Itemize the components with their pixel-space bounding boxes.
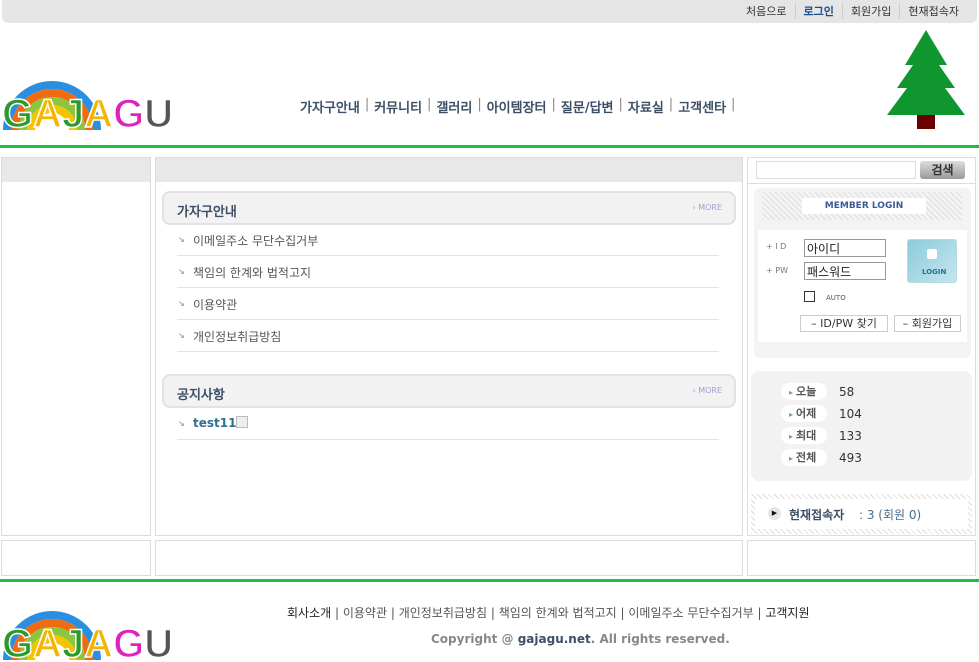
auto-login-checkbox[interactable]	[804, 291, 815, 302]
list-item[interactable]: ↘ test11	[177, 408, 719, 440]
login-box: MEMBER LOGIN + I D + PW 아이디 패스워드 LOGIN A…	[754, 188, 971, 358]
main-nav: 가자구안내 | 커뮤니티 | 갤러리 | 아이템장터 | 질문/답변 | 자료실 | 고객센…	[300, 97, 736, 116]
list-item[interactable]: ↘ 이용약관	[177, 288, 719, 320]
stat-value: 493	[839, 450, 862, 465]
bullet-icon: ↘	[178, 419, 185, 428]
login-button[interactable]: LOGIN	[907, 239, 957, 283]
right-sidebar: 검색 MEMBER LOGIN + I D + PW 아이디 패스워드 LOGI…	[747, 157, 976, 536]
arrow-icon: ▶	[768, 507, 781, 520]
footer-link-legal[interactable]: 책임의 한계와 법적고지	[499, 606, 617, 620]
join-button[interactable]: – 회원가입	[894, 315, 961, 332]
footer-link-about[interactable]: 회사소개	[287, 606, 331, 620]
top-nav-join[interactable]: 회원가입	[841, 3, 899, 19]
footer-link-privacy[interactable]: 개인정보취급방침	[399, 606, 487, 620]
footer-link-support[interactable]: 고객지원	[765, 606, 809, 620]
notice-more-link[interactable]: › MORE	[692, 386, 722, 395]
stat-label: ▸ 최대	[781, 427, 827, 444]
guide-title: 가자구안내	[177, 205, 237, 220]
list-item[interactable]: ↘ 이메일주소 무단수집거부	[177, 224, 719, 256]
svg-text:GAJAGU: GAJAGU	[2, 92, 172, 132]
nav-support[interactable]: 고객센타	[678, 97, 726, 116]
nav-gallery[interactable]: 갤러리	[436, 97, 472, 116]
guide-more-link[interactable]: › MORE	[692, 203, 722, 212]
top-nav: 처음으로 로그인 회원가입 현재접속자	[738, 3, 967, 19]
bullet-icon: ↘	[178, 267, 185, 276]
find-id-pw-button[interactable]: – ID/PW 찾기	[800, 315, 888, 332]
main-content: 가자구안내 › MORE ↘ 이메일주소 무단수집거부 ↘ 책임의 한계와 법적고지…	[155, 157, 743, 536]
pw-input[interactable]: 패스워드	[804, 262, 886, 280]
copyright: Copyright @ gajagu.net. All rights reser…	[431, 632, 730, 646]
stat-value: 104	[839, 406, 862, 421]
list-item[interactable]: ↘ 책임의 한계와 법적고지	[177, 256, 719, 288]
left-sidebar	[1, 157, 151, 536]
svg-text:GAJAGU: GAJAGU	[2, 622, 172, 662]
auto-label: AUTO	[826, 294, 846, 302]
notice-header: 공지사항 › MORE	[162, 374, 736, 408]
header-divider	[0, 145, 979, 148]
notice-title: 공지사항	[177, 388, 225, 403]
footer-link-terms[interactable]: 이용약관	[343, 606, 387, 620]
stat-label: ▸ 전체	[781, 449, 827, 466]
stat-label: ▸ 오늘	[781, 383, 827, 400]
footer-logo: GAJAGU	[2, 611, 172, 662]
search-button[interactable]: 검색	[920, 161, 965, 179]
id-input[interactable]: 아이디	[804, 239, 886, 257]
footer-links: 회사소개 | 이용약관 | 개인정보취급방침 | 책임의 한계와 법적고지 | …	[287, 606, 810, 620]
current-users[interactable]: ▶ 현재접속자 : 3 (회원 0)	[751, 494, 972, 534]
lock-icon	[927, 249, 937, 259]
nav-market[interactable]: 아이템장터	[487, 97, 547, 116]
bullet-icon: ↘	[178, 331, 185, 340]
nav-qna[interactable]: 질문/답변	[561, 97, 614, 116]
footer-link-email[interactable]: 이메일주소 무단수집거부	[628, 606, 753, 620]
bullet-icon: ↘	[178, 235, 185, 244]
search-input[interactable]	[756, 161, 916, 179]
nav-community[interactable]: 커뮤니티	[374, 97, 422, 116]
attachment-icon	[236, 416, 248, 428]
guide-header: 가자구안내 › MORE	[162, 191, 736, 225]
nav-guide[interactable]: 가자구안내	[300, 97, 360, 116]
bottom-center-box	[155, 540, 743, 576]
top-nav-home[interactable]: 처음으로	[738, 3, 794, 19]
footer-divider	[0, 579, 979, 582]
member-login-title: MEMBER LOGIN	[802, 198, 926, 214]
bottom-left-box	[1, 540, 151, 576]
id-label: + I D	[766, 242, 787, 251]
top-nav-current-users[interactable]: 현재접속자	[899, 3, 967, 19]
visitor-stats: ▸ 오늘 58 ▸ 어제 104 ▸ 최대 133 ▸ 전체 493	[751, 371, 972, 481]
pw-label: + PW	[766, 266, 788, 275]
stat-label: ▸ 어제	[781, 405, 827, 422]
bottom-right-box	[747, 540, 976, 576]
list-item[interactable]: ↘ 개인정보취급방침	[177, 320, 719, 352]
top-nav-login[interactable]: 로그인	[794, 3, 842, 19]
bullet-icon: ↘	[178, 299, 185, 308]
stat-value: 58	[839, 384, 855, 399]
tree-icon	[887, 30, 965, 129]
nav-files[interactable]: 자료실	[628, 97, 664, 116]
logo[interactable]: GAJAGU	[2, 70, 172, 132]
stat-value: 133	[839, 428, 862, 443]
